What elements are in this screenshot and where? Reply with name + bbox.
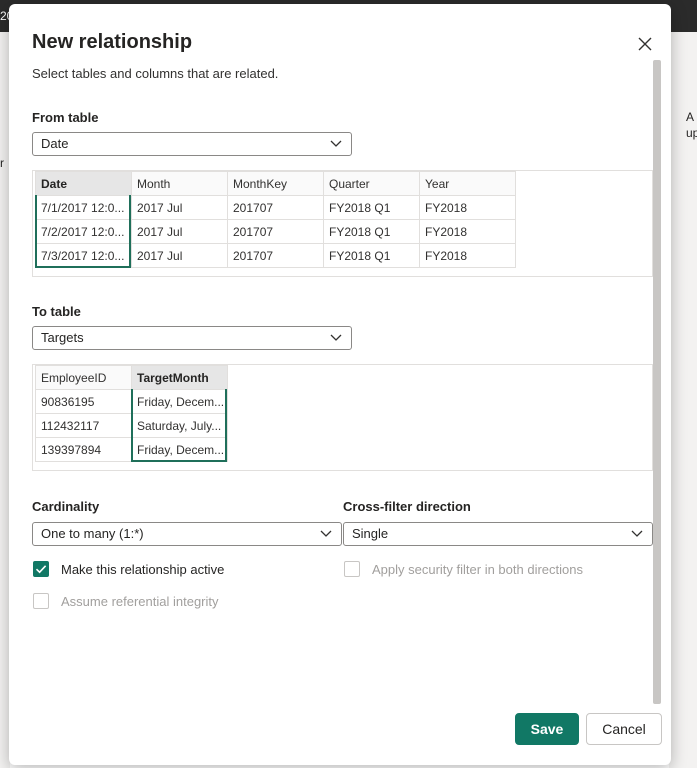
chevron-down-icon xyxy=(330,334,342,341)
table-cell: 2017 Jul xyxy=(131,195,228,220)
app-left-fragment: r xyxy=(0,156,4,170)
cross-filter-selected: Single xyxy=(352,526,389,541)
dialog-subtitle: Select tables and columns that are relat… xyxy=(32,66,279,81)
cancel-button[interactable]: Cancel xyxy=(586,713,662,745)
table-cell: 201707 xyxy=(227,219,324,244)
cardinality-dropdown[interactable]: One to many (1:*) xyxy=(32,522,342,546)
column-header[interactable]: Quarter xyxy=(323,171,420,196)
table-cell: 7/2/2017 12:0... xyxy=(35,219,132,244)
table-row: 139397894 Friday, Decem... xyxy=(35,437,228,462)
table-cell: FY2018 Q1 xyxy=(323,219,420,244)
table-row: 7/3/2017 12:0... 2017 Jul 201707 FY2018 Q1 F… xyxy=(35,243,516,268)
from-table-dropdown[interactable]: Date xyxy=(32,132,352,156)
table-cell: 2017 Jul xyxy=(131,219,228,244)
from-table-selected: Date xyxy=(41,136,69,151)
to-table-dropdown[interactable]: Targets xyxy=(32,326,352,350)
table-cell: FY2018 xyxy=(419,219,516,244)
column-header[interactable]: MonthKey xyxy=(227,171,324,196)
new-relationship-dialog: New relationship Select tables and colum… xyxy=(9,4,671,765)
from-table-preview: Date Month MonthKey Quarter Year 7/1/2017 12… xyxy=(32,170,653,277)
column-header[interactable]: TargetMonth xyxy=(131,365,228,390)
security-filter-label: Apply security filter in both directions xyxy=(372,562,583,577)
ribbon-fragment-up: up xyxy=(686,126,697,140)
table-row: 90836195 Friday, Decem... xyxy=(35,389,228,414)
table-cell: 90836195 xyxy=(35,389,132,414)
to-table-selected: Targets xyxy=(41,330,84,345)
from-table-label: From table xyxy=(32,110,99,125)
table-cell: 7/1/2017 12:0... xyxy=(35,195,132,220)
chevron-down-icon xyxy=(330,140,342,147)
table-cell: 112432117 xyxy=(35,413,132,438)
table-cell: FY2018 Q1 xyxy=(323,243,420,268)
cardinality-label: Cardinality xyxy=(32,499,100,514)
table-cell: FY2018 xyxy=(419,243,516,268)
make-active-checkbox[interactable] xyxy=(33,561,49,577)
column-header[interactable]: Date xyxy=(35,171,132,196)
table-cell: Friday, Decem... xyxy=(131,437,228,462)
column-header[interactable]: Month xyxy=(131,171,228,196)
save-button[interactable]: Save xyxy=(515,713,579,745)
ribbon-fragment-a: A xyxy=(686,110,695,124)
table-cell: 139397894 xyxy=(35,437,132,462)
app-ribbon-edge: A up xyxy=(669,32,697,768)
table-row: 7/2/2017 12:0... 2017 Jul 201707 FY2018 Q1 F… xyxy=(35,219,516,244)
table-cell: Friday, Decem... xyxy=(131,389,228,414)
cross-filter-label: Cross-filter direction xyxy=(343,499,471,514)
table-cell: Saturday, July... xyxy=(131,413,228,438)
dialog-title: New relationship xyxy=(32,31,193,53)
from-table-grid: Date Month MonthKey Quarter Year 7/1/2017 12… xyxy=(35,171,516,268)
referential-integrity-label: Assume referential integrity xyxy=(61,594,219,609)
to-table-preview: EmployeeID TargetMonth 90836195 Friday, De… xyxy=(32,364,653,471)
table-row: 7/1/2017 12:0... 2017 Jul 201707 FY2018 Q1 F… xyxy=(35,195,516,220)
referential-integrity-checkbox[interactable] xyxy=(33,593,49,609)
to-table-label: To table xyxy=(32,304,81,319)
checkmark-icon xyxy=(35,565,47,574)
column-header[interactable]: EmployeeID xyxy=(35,365,132,390)
chevron-down-icon xyxy=(320,530,332,537)
dialog-scrollbar[interactable] xyxy=(653,60,661,704)
to-table-grid: EmployeeID TargetMonth 90836195 Friday, De… xyxy=(35,365,228,462)
cardinality-selected: One to many (1:*) xyxy=(41,526,144,541)
close-icon[interactable] xyxy=(635,34,655,54)
chevron-down-icon xyxy=(631,530,643,537)
table-row: 112432117 Saturday, July... xyxy=(35,413,228,438)
cross-filter-dropdown[interactable]: Single xyxy=(343,522,653,546)
table-cell: 2017 Jul xyxy=(131,243,228,268)
column-header[interactable]: Year xyxy=(419,171,516,196)
table-cell: 7/3/2017 12:0... xyxy=(35,243,132,268)
table-cell: FY2018 Q1 xyxy=(323,195,420,220)
security-filter-checkbox[interactable] xyxy=(344,561,360,577)
table-cell: 201707 xyxy=(227,195,324,220)
table-cell: FY2018 xyxy=(419,195,516,220)
make-active-label: Make this relationship active xyxy=(61,562,225,577)
table-cell: 201707 xyxy=(227,243,324,268)
